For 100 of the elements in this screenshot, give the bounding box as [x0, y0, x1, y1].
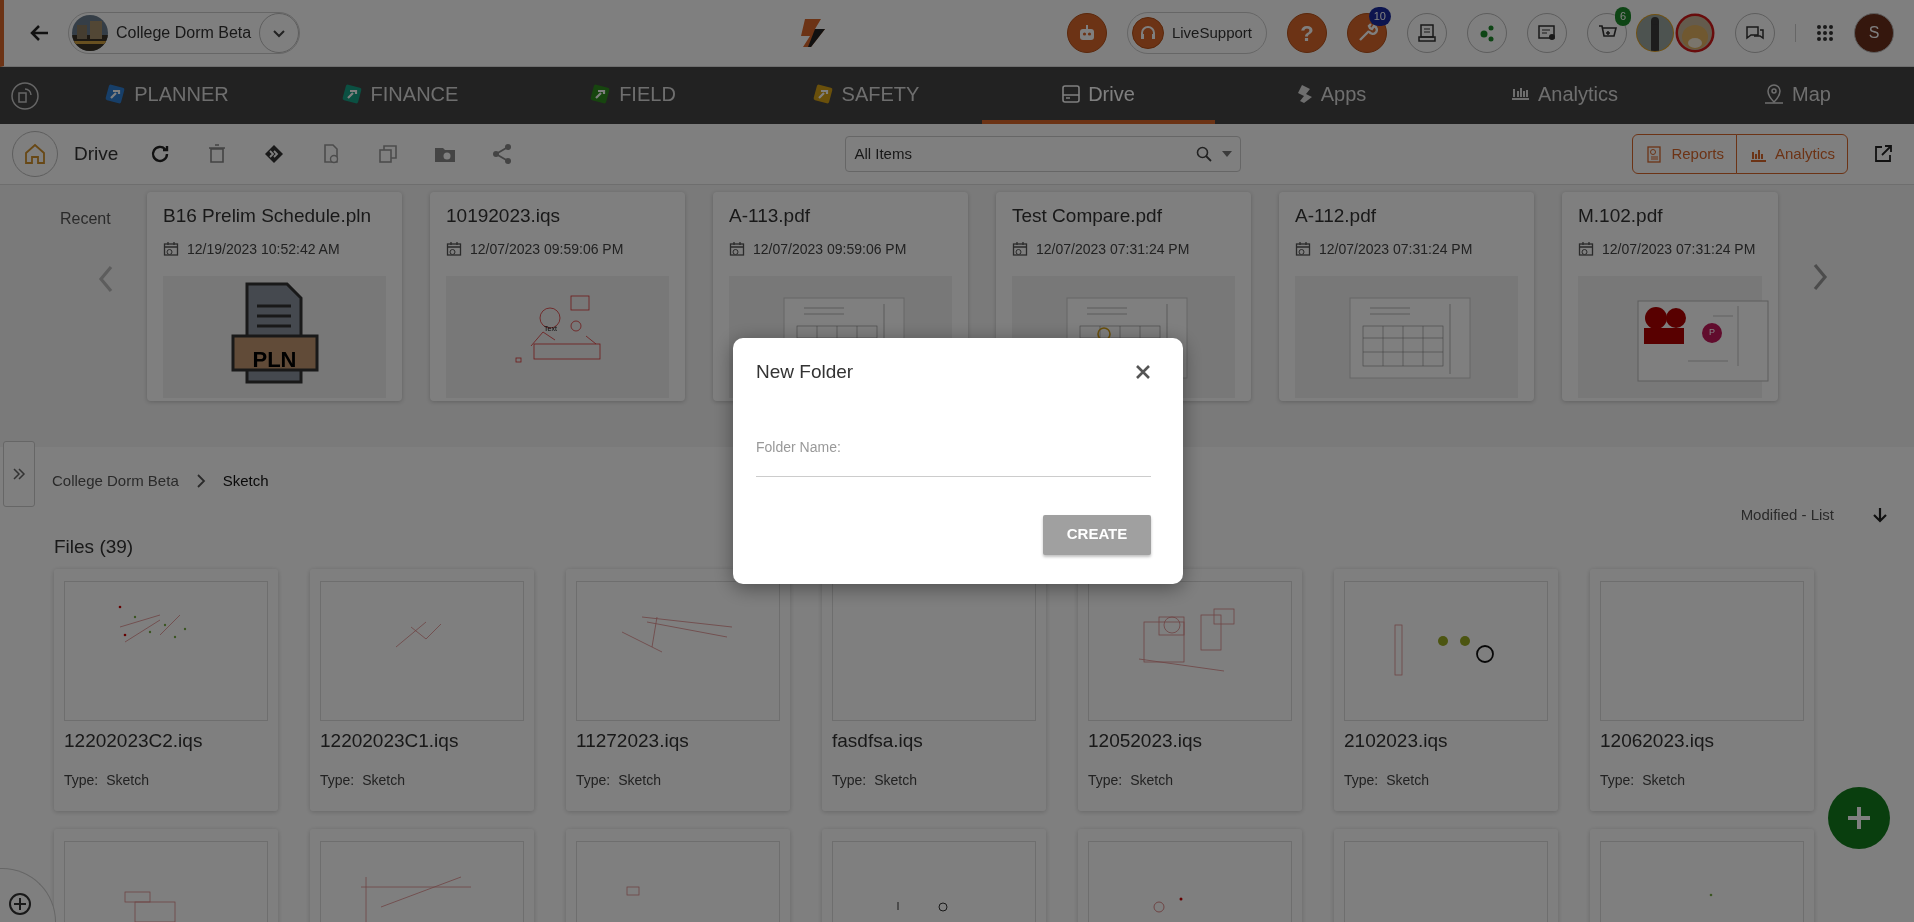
- type-label: Type:: [1344, 770, 1379, 790]
- calendar-icon: [729, 241, 745, 257]
- file-name: fasdfsa.iqs: [832, 729, 924, 753]
- modified-date: 12/07/2023 07:31:24 PM: [1602, 239, 1756, 259]
- file-name: 12052023.iqs: [1088, 729, 1204, 753]
- switch-icon[interactable]: [10, 80, 40, 111]
- type-value: Sketch: [362, 770, 406, 790]
- page-title: Drive: [74, 141, 119, 166]
- file-name: Test Compare.pdf: [1012, 204, 1163, 228]
- sketch-drawing: [124, 891, 176, 922]
- modified-date: 12/19/2023 10:52:42 AM: [187, 239, 340, 259]
- chevron-right-icon[interactable]: [1812, 263, 1828, 291]
- file-card[interactable]: 12062023.iqs Type: Sketch: [1590, 569, 1814, 811]
- user-avatar[interactable]: S: [1854, 13, 1894, 53]
- module-tab[interactable]: Analytics: [1448, 67, 1681, 124]
- search-icon[interactable]: [1196, 146, 1213, 162]
- map-pin-icon: [1764, 83, 1785, 104]
- caret-icon[interactable]: [1222, 151, 1233, 157]
- calendar-icon: [1578, 241, 1594, 257]
- module-tab[interactable]: FIELD: [516, 67, 749, 124]
- file-card[interactable]: 11272023.iqs Type: Sketch: [566, 569, 790, 811]
- sketch-drawing: [1153, 897, 1183, 913]
- file-card[interactable]: 2102023.iqs Type: Sketch: [1334, 569, 1558, 811]
- breadcrumb-link[interactable]: Sketch: [222, 469, 269, 493]
- calendar-icon: [446, 241, 462, 257]
- home-button[interactable]: [12, 131, 58, 177]
- calendar-icon: [163, 241, 179, 257]
- sketch-drawing: [118, 605, 187, 643]
- chat-button[interactable]: [1735, 13, 1775, 53]
- calendar-icon: [1295, 241, 1311, 257]
- search-dropdown[interactable]: All Items: [845, 136, 1242, 172]
- double-chevron-icon: [11, 466, 27, 482]
- id-card-button[interactable]: [1527, 13, 1567, 53]
- avatar[interactable]: [1635, 13, 1675, 53]
- modified-date: 12/07/2023 07:31:24 PM: [1319, 239, 1473, 259]
- file-name: M.102.pdf: [1578, 204, 1664, 228]
- section-title: Files (39): [54, 536, 134, 557]
- sketch-drawing: [395, 621, 442, 648]
- module-tab[interactable]: SAFETY: [749, 67, 982, 124]
- recent-file-card[interactable]: M.102.pdf 12/07/2023 07:31:24 PM P: [1562, 192, 1778, 401]
- file-name: A-113.pdf: [729, 204, 811, 228]
- wrench-button[interactable]: [1347, 13, 1387, 53]
- module-tab[interactable]: FINANCE: [283, 67, 516, 124]
- file-name: 11272023.iqs: [576, 729, 690, 753]
- sort-arrow-icon[interactable]: [1872, 507, 1888, 523]
- plus-circle-icon: [7, 891, 33, 917]
- file-card[interactable]: 12052023.iqs Type: Sketch: [1078, 569, 1302, 811]
- module-tab[interactable]: Map: [1681, 67, 1914, 124]
- type-value: Sketch: [1386, 770, 1430, 790]
- type-label: Type:: [320, 770, 355, 790]
- file-card[interactable]: 12202023C1.iqs Type: Sketch: [310, 569, 534, 811]
- recent-file-card[interactable]: B16 Prelim Schedule.pln 12/19/2023 10:52:42 AM PLN: [147, 192, 402, 401]
- file-name: 12202023C1.iqs: [320, 729, 460, 753]
- recent-file-card[interactable]: A-112.pdf 12/07/2023 07:31:24 PM: [1279, 192, 1534, 401]
- toolbar-button[interactable]: Analytics: [1735, 134, 1848, 174]
- breadcrumb-link[interactable]: College Dorm Beta: [52, 469, 179, 493]
- toolbar-button[interactable]: Reports: [1632, 134, 1737, 174]
- file-name: 12062023.iqs: [1600, 729, 1716, 753]
- type-value: Sketch: [874, 770, 918, 790]
- live-support-button[interactable]: LiveSupport: [1126, 12, 1267, 54]
- file-name: 10192023.iqs: [446, 204, 562, 228]
- module-tab[interactable]: Apps: [1215, 67, 1448, 124]
- file-type-label: PLN: [252, 345, 297, 374]
- modified-date: 12/07/2023 09:59:06 PM: [470, 239, 624, 259]
- sort-dropdown[interactable]: Modified - List: [1740, 503, 1834, 527]
- type-label: Type:: [1600, 770, 1635, 790]
- type-label: Type:: [576, 770, 611, 790]
- avatar[interactable]: [1675, 13, 1715, 53]
- close-icon[interactable]: [1135, 364, 1151, 381]
- modified-date: 12/07/2023 07:31:24 PM: [1036, 239, 1190, 259]
- module-tab[interactable]: Drive: [982, 67, 1215, 124]
- file-name: B16 Prelim Schedule.pln: [163, 204, 373, 228]
- sidebar-toggle[interactable]: [3, 441, 35, 507]
- create-button[interactable]: CREATE: [1043, 514, 1151, 555]
- add-circle-button[interactable]: [0, 868, 56, 922]
- assistant-button[interactable]: [1066, 13, 1107, 53]
- analytics-icon: [1511, 87, 1530, 100]
- type-value: Sketch: [106, 770, 150, 790]
- apps-grid-icon[interactable]: [1816, 24, 1834, 42]
- type-value: Sketch: [1642, 770, 1686, 790]
- sketch-drawing: [626, 886, 640, 896]
- plus-icon: [1845, 804, 1873, 832]
- form-icon: [1416, 22, 1438, 44]
- folder-name-field[interactable]: Folder Name:: [756, 434, 1151, 477]
- type-label: Type:: [1088, 770, 1123, 790]
- type-label: Type:: [64, 770, 99, 790]
- sketch-drawing: [1709, 893, 1713, 897]
- file-name: 2102023.iqs: [1344, 729, 1449, 753]
- help-button[interactable]: ?: [1287, 13, 1327, 53]
- notification-badge: 10: [1368, 7, 1391, 26]
- form-button[interactable]: [1407, 13, 1447, 53]
- cart-button[interactable]: [1587, 13, 1627, 53]
- chevron-left-icon[interactable]: [98, 265, 114, 293]
- file-card[interactable]: 12202023C2.iqs Type: Sketch: [54, 569, 278, 811]
- module-tab[interactable]: PLANNER: [50, 67, 283, 124]
- network-button[interactable]: [1467, 13, 1507, 53]
- external-link-icon[interactable]: [1872, 143, 1894, 165]
- sketch-drawing: [897, 901, 948, 912]
- file-name: 12202023C2.iqs: [64, 729, 204, 753]
- report-icon: [1645, 145, 1664, 163]
